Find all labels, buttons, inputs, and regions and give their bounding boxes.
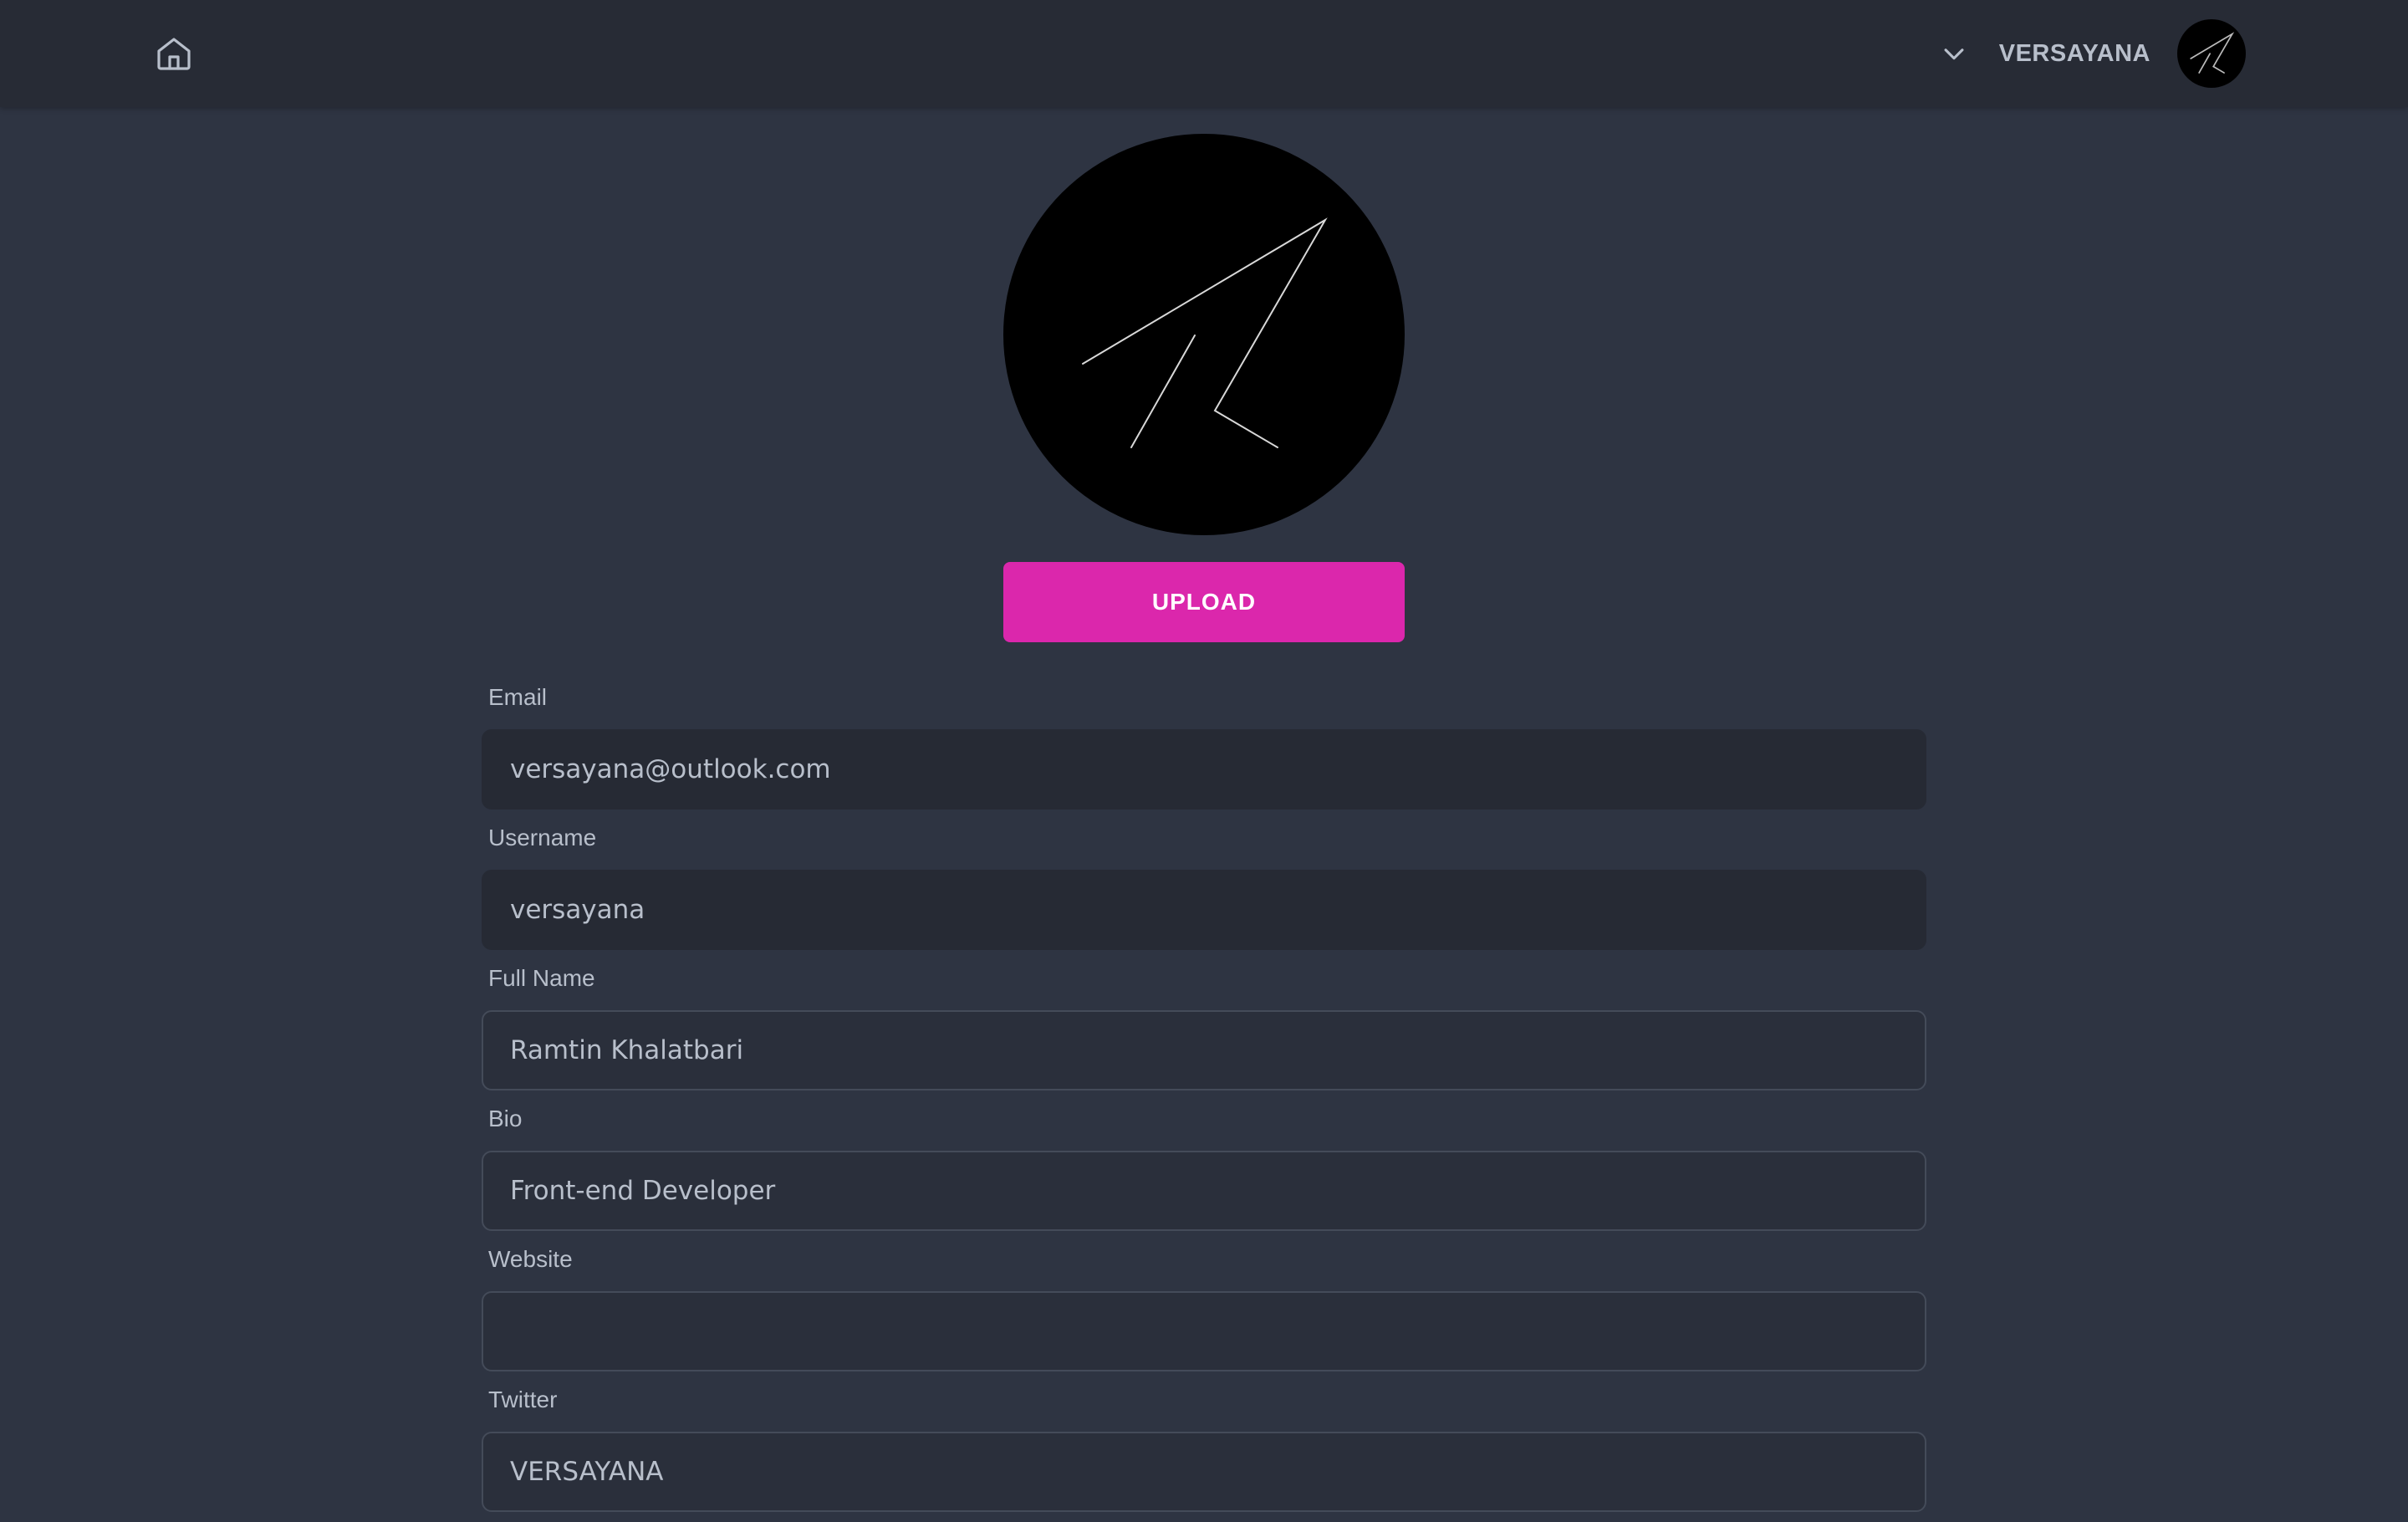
username-input[interactable]	[482, 870, 1926, 950]
top-navigation-bar: VERSAYANA	[0, 0, 2408, 107]
email-field-group: Email	[482, 679, 1926, 820]
bio-label: Bio	[488, 1106, 523, 1131]
website-field-group: Website	[482, 1241, 1926, 1382]
home-icon	[157, 38, 191, 70]
upload-button[interactable]: UPLOAD	[1003, 562, 1405, 642]
username-label: Username	[488, 825, 597, 850]
bio-field-group: Bio	[482, 1101, 1926, 1241]
full-name-field-group: Full Name	[482, 960, 1926, 1101]
bio-input[interactable]	[482, 1151, 1926, 1231]
twitter-label: Twitter	[488, 1387, 558, 1412]
home-button[interactable]	[150, 30, 197, 77]
full-name-label: Full Name	[488, 965, 595, 991]
profile-avatar	[1003, 134, 1405, 535]
paper-plane-logo	[1082, 217, 1328, 448]
chevron-down-icon	[1944, 49, 1964, 60]
email-input[interactable]	[482, 729, 1926, 810]
header-avatar[interactable]	[2177, 19, 2246, 88]
full-name-input[interactable]	[482, 1010, 1926, 1090]
website-input[interactable]	[482, 1291, 1926, 1371]
website-label: Website	[488, 1246, 573, 1272]
twitter-field-group: Twitter	[482, 1382, 1926, 1522]
user-menu: VERSAYANA	[1937, 18, 2246, 89]
user-menu-toggle[interactable]	[1937, 37, 1971, 70]
header-username[interactable]: VERSAYANA	[1999, 40, 2150, 68]
paper-plane-logo	[2190, 32, 2235, 74]
twitter-input[interactable]	[482, 1432, 1926, 1512]
username-field-group: Username	[482, 820, 1926, 960]
profile-form: Email Username Full Name Bio Website Twi…	[482, 679, 1926, 1522]
email-label: Email	[488, 684, 548, 710]
